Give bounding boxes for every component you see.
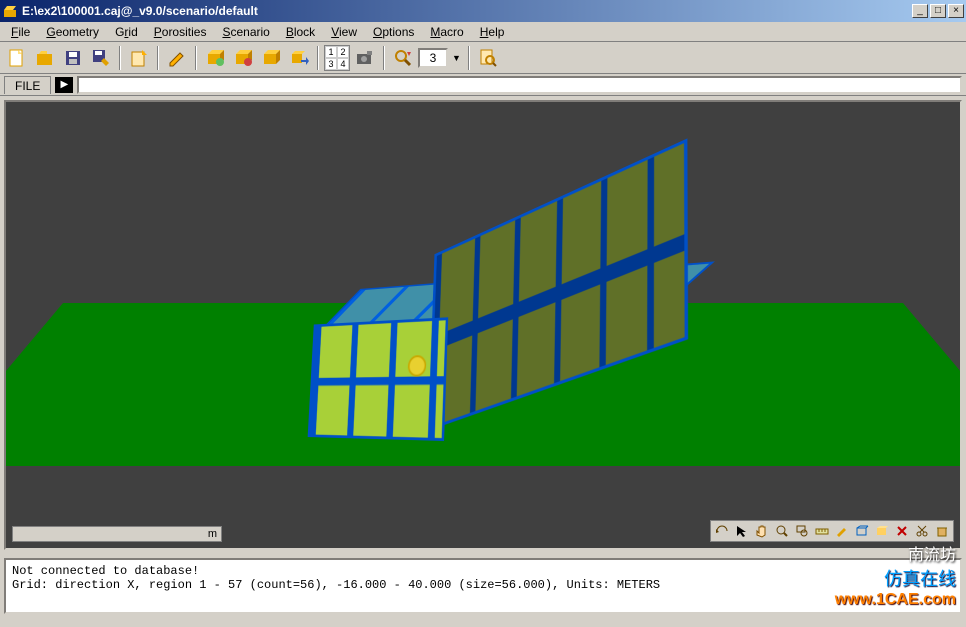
window-title: E:\ex2\100001.caj@_v9.0/scenario/default bbox=[22, 4, 912, 18]
box-arrow-button[interactable] bbox=[286, 45, 312, 71]
menu-geometry[interactable]: Geometry bbox=[39, 23, 106, 41]
box-icon bbox=[205, 48, 225, 68]
menu-scenario[interactable]: Scenario bbox=[215, 23, 276, 41]
delete-button[interactable] bbox=[932, 522, 952, 540]
search-doc-button[interactable] bbox=[475, 45, 501, 71]
camera-icon bbox=[355, 48, 375, 68]
building-front bbox=[308, 318, 448, 442]
clip-button[interactable] bbox=[832, 522, 852, 540]
search-doc-icon bbox=[478, 48, 498, 68]
viewport-container: m bbox=[0, 96, 966, 554]
command-bar: FILE ▶ bbox=[0, 74, 966, 96]
toolbar-sep bbox=[119, 46, 121, 70]
ruler-icon bbox=[815, 524, 829, 538]
menu-help[interactable]: Help bbox=[473, 23, 512, 41]
toolbar-sep bbox=[468, 46, 470, 70]
menu-view[interactable]: View bbox=[324, 23, 364, 41]
box-green-button[interactable] bbox=[202, 45, 228, 71]
zoom-rect-icon bbox=[795, 524, 809, 538]
magnifier-icon bbox=[393, 48, 413, 68]
zoom-button[interactable] bbox=[390, 45, 416, 71]
minimize-button[interactable]: _ bbox=[912, 4, 928, 18]
new-button[interactable] bbox=[4, 45, 30, 71]
3d-viewport[interactable]: m bbox=[4, 100, 962, 550]
dropdown-arrow-icon[interactable]: ▼ bbox=[450, 51, 463, 65]
shade-icon bbox=[875, 524, 889, 538]
x-icon bbox=[895, 524, 909, 538]
zoom-value-input[interactable]: 3 bbox=[418, 48, 448, 68]
command-input[interactable] bbox=[77, 76, 962, 94]
orbit-button[interactable] bbox=[712, 522, 732, 540]
import-button[interactable] bbox=[126, 45, 152, 71]
trash-icon bbox=[935, 524, 949, 538]
cursor-icon bbox=[735, 524, 749, 538]
window-buttons: _ □ × bbox=[912, 4, 964, 18]
measure-button[interactable] bbox=[812, 522, 832, 540]
open-button[interactable] bbox=[32, 45, 58, 71]
menu-porosities[interactable]: Porosities bbox=[147, 23, 214, 41]
box-red-button[interactable] bbox=[230, 45, 256, 71]
pencil-icon bbox=[167, 48, 187, 68]
status-area: Not connected to database! Grid: directi… bbox=[4, 558, 962, 614]
menu-block[interactable]: Block bbox=[279, 23, 322, 41]
grid-cell-1[interactable]: 1 bbox=[325, 46, 337, 58]
view-toolbar bbox=[710, 520, 954, 542]
pan-button[interactable] bbox=[752, 522, 772, 540]
scissors-icon bbox=[915, 524, 929, 538]
shade-button[interactable] bbox=[872, 522, 892, 540]
status-line-1: Not connected to database! bbox=[12, 564, 954, 578]
zoom-icon bbox=[775, 524, 789, 538]
zoom-window-button[interactable] bbox=[792, 522, 812, 540]
file-tab[interactable]: FILE bbox=[4, 76, 51, 94]
building-model bbox=[308, 233, 654, 447]
menu-options[interactable]: Options bbox=[366, 23, 421, 41]
close-button[interactable]: × bbox=[948, 4, 964, 18]
run-button[interactable]: ▶ bbox=[55, 77, 73, 93]
edit-button[interactable] bbox=[164, 45, 190, 71]
saveas-button[interactable] bbox=[88, 45, 114, 71]
import-icon bbox=[129, 48, 149, 68]
stop-button[interactable] bbox=[892, 522, 912, 540]
box-icon bbox=[261, 48, 281, 68]
select-button[interactable] bbox=[732, 522, 752, 540]
hand-icon bbox=[755, 524, 769, 538]
toolbar-sep bbox=[157, 46, 159, 70]
wire-icon bbox=[855, 524, 869, 538]
menu-file[interactable]: File bbox=[4, 23, 37, 41]
scale-bar: m bbox=[12, 526, 222, 542]
toolbar-sep bbox=[317, 46, 319, 70]
pencil-icon bbox=[835, 524, 849, 538]
new-file-icon bbox=[7, 48, 27, 68]
menu-bar: File Geometry Grid Porosities Scenario B… bbox=[0, 22, 966, 42]
orbit-icon bbox=[715, 524, 729, 538]
grid-cell-3[interactable]: 3 bbox=[325, 58, 337, 70]
save-icon bbox=[63, 48, 83, 68]
toolbar-sep bbox=[383, 46, 385, 70]
camera-button[interactable] bbox=[352, 45, 378, 71]
maximize-button[interactable]: □ bbox=[930, 4, 946, 18]
box-button[interactable] bbox=[258, 45, 284, 71]
play-icon: ▶ bbox=[60, 79, 68, 90]
box-arrow-icon bbox=[289, 48, 309, 68]
status-line-3: Grid: direction X, region 1 - 57 (count=… bbox=[12, 578, 954, 592]
grid-cell-4[interactable]: 4 bbox=[337, 58, 349, 70]
toolbar: 12 34 3 ▼ bbox=[0, 42, 966, 74]
zoom-fit-button[interactable] bbox=[772, 522, 792, 540]
box-icon bbox=[233, 48, 253, 68]
menu-grid[interactable]: Grid bbox=[108, 23, 145, 41]
title-bar: E:\ex2\100001.caj@_v9.0/scenario/default… bbox=[0, 0, 966, 22]
folder-open-icon bbox=[35, 48, 55, 68]
view-grid-selector[interactable]: 12 34 bbox=[324, 45, 350, 71]
cut-button[interactable] bbox=[912, 522, 932, 540]
wireframe-button[interactable] bbox=[852, 522, 872, 540]
app-icon bbox=[2, 3, 18, 19]
menu-macro[interactable]: Macro bbox=[423, 23, 470, 41]
toolbar-sep bbox=[195, 46, 197, 70]
save-button[interactable] bbox=[60, 45, 86, 71]
scale-unit: m bbox=[208, 528, 217, 540]
saveas-icon bbox=[91, 48, 111, 68]
grid-cell-2[interactable]: 2 bbox=[337, 46, 349, 58]
